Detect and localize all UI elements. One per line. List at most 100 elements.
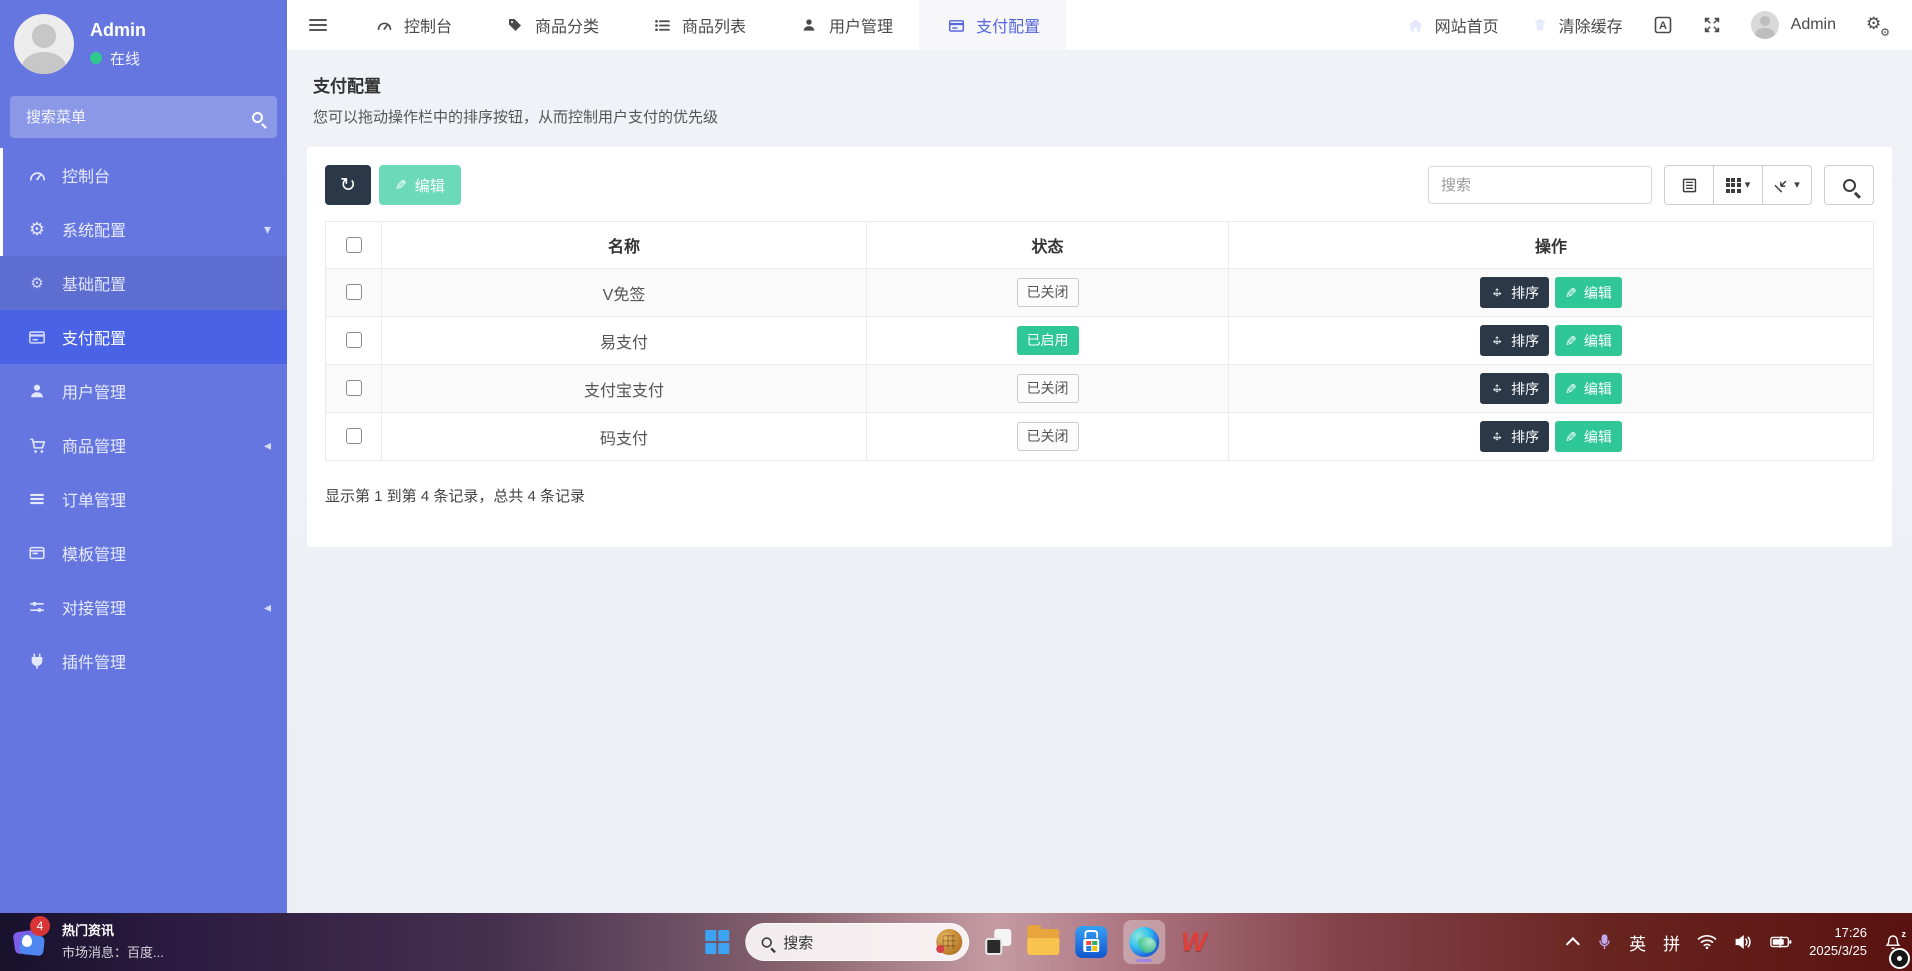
tray-expand-icon[interactable] (1566, 937, 1580, 951)
table-row: 码支付 已关闭 ↔↕排序 ✎编辑 (326, 413, 1874, 461)
trash-icon (1529, 17, 1551, 33)
svg-text:A: A (1659, 20, 1667, 32)
taskbar-search[interactable]: 搜索 (745, 923, 969, 961)
table-row: 支付宝支付 已关闭 ↔↕排序 ✎编辑 (326, 365, 1874, 413)
task-view-button[interactable] (985, 929, 1011, 955)
news-widget-icon: 4 (10, 921, 50, 961)
sliders-icon (26, 598, 48, 616)
clear-cache-link[interactable]: 清除缓存 (1529, 13, 1623, 37)
columns-button[interactable]: ▾ (1713, 165, 1763, 205)
settings-cogs-icon[interactable]: ⚙ ⚙ (1866, 14, 1890, 36)
wps-office-button[interactable]: W (1181, 929, 1206, 956)
tab-product-category[interactable]: 商品分类 (478, 0, 625, 50)
sidebar-item-order-management[interactable]: 订单管理 (0, 472, 287, 526)
clear-cache-label: 清除缓存 (1559, 13, 1623, 37)
payment-config-card: ↻ ✎ 编辑 ▾ ▾ (307, 147, 1892, 547)
table-search-input[interactable] (1428, 166, 1652, 204)
sort-button[interactable]: ↔↕排序 (1480, 373, 1549, 404)
sidebar-item-payment-config[interactable]: 支付配置 (0, 310, 287, 364)
language-english-indicator[interactable]: 英 (1629, 930, 1646, 955)
toolbar-right: ▾ ▾ (1428, 165, 1874, 205)
status-badge: 已关闭 (1017, 278, 1079, 307)
row-edit-button[interactable]: ✎编辑 (1555, 277, 1622, 308)
sidebar-item-dashboard[interactable]: 控制台 (0, 148, 287, 202)
user-icon (26, 382, 48, 400)
avatar[interactable] (14, 14, 74, 74)
tab-payment-config[interactable]: 支付配置 (919, 0, 1066, 50)
sort-button[interactable]: ↔↕排序 (1480, 325, 1549, 356)
nav-username: Admin (1791, 16, 1836, 34)
site-home-link[interactable]: 网站首页 (1405, 13, 1499, 37)
move-icon: ↔↕ (1490, 382, 1504, 396)
pencil-icon: ✎ (395, 178, 407, 192)
sidebar-item-label: 基础配置 (62, 271, 126, 295)
sidebar-item-integration-management[interactable]: 对接管理 ◂ (0, 580, 287, 634)
tag-icon (504, 17, 526, 33)
taskbar-clock[interactable]: 17:26 2025/3/25 (1809, 924, 1867, 959)
row-checkbox[interactable] (346, 380, 362, 396)
row-edit-button[interactable]: ✎编辑 (1555, 325, 1622, 356)
search-toggle-button[interactable] (1824, 165, 1874, 205)
chevron-down-icon: ▾ (264, 221, 271, 238)
row-checkbox[interactable] (346, 284, 362, 300)
sort-button[interactable]: ↔↕排序 (1480, 277, 1549, 308)
gear-icon: ⚙ (26, 220, 48, 238)
row-edit-button[interactable]: ✎编辑 (1555, 421, 1622, 452)
sidebar-item-product-management[interactable]: 商品管理 ◂ (0, 418, 287, 472)
sidebar-item-template-management[interactable]: 模板管理 (0, 526, 287, 580)
online-status-dot (90, 52, 102, 64)
columns-grid-icon (1726, 178, 1741, 193)
sort-button[interactable]: ↔↕排序 (1480, 421, 1549, 452)
home-icon (1405, 17, 1427, 34)
windows-taskbar: 4 热门资讯 市场消息：百度... 搜索 W 英 拼 (0, 913, 1912, 971)
gear-icon: ⚙ (26, 276, 48, 291)
sidebar-menu: 控制台 ⚙ 系统配置 ▾ ⚙ 基础配置 支付配置 用户管理 (0, 148, 287, 688)
refresh-button[interactable]: ↻ (325, 165, 371, 205)
chevron-left-icon: ◂ (264, 437, 271, 454)
menu-search-input[interactable] (24, 108, 252, 127)
sidebar-item-label: 模板管理 (62, 541, 126, 565)
payment-name: 支付宝支付 (382, 365, 867, 413)
edit-button[interactable]: ✎ 编辑 (379, 165, 461, 205)
fullscreen-icon[interactable] (1703, 16, 1721, 34)
notification-badge: 4 (30, 916, 50, 936)
start-button[interactable] (705, 930, 729, 954)
tray-time: 17:26 (1809, 924, 1867, 942)
sidebar-menu-search[interactable] (10, 96, 277, 138)
sidebar-item-label: 商品管理 (62, 433, 126, 457)
hamburger-menu-icon[interactable] (309, 19, 327, 31)
wifi-icon[interactable] (1697, 934, 1717, 950)
tab-dashboard[interactable]: 控制台 (347, 0, 478, 50)
language-pinyin-indicator[interactable]: 拼 (1663, 930, 1680, 955)
battery-icon[interactable] (1770, 935, 1792, 949)
sidebar-item-user-management[interactable]: 用户管理 (0, 364, 287, 418)
show-desktop-indicator[interactable] (1889, 948, 1910, 969)
row-checkbox[interactable] (346, 428, 362, 444)
microsoft-store-button[interactable] (1075, 926, 1107, 958)
volume-icon[interactable] (1734, 934, 1753, 950)
table-row: V免签 已关闭 ↔↕排序 ✎编辑 (326, 269, 1874, 317)
select-all-checkbox[interactable] (346, 237, 362, 253)
row-edit-button[interactable]: ✎编辑 (1555, 373, 1622, 404)
file-explorer-button[interactable] (1027, 929, 1059, 955)
table-record-summary: 显示第 1 到第 4 条记录，总共 4 条记录 (325, 485, 1874, 506)
widgets-button[interactable]: 4 热门资讯 市场消息：百度... (10, 920, 164, 961)
sidebar-item-basic-config[interactable]: ⚙ 基础配置 (0, 256, 287, 310)
sidebar-item-plugin-management[interactable]: 插件管理 (0, 634, 287, 688)
sidebar-item-system-config[interactable]: ⚙ 系统配置 ▾ (0, 202, 287, 256)
refresh-icon: ↻ (340, 174, 356, 197)
microphone-icon[interactable] (1597, 932, 1612, 953)
translate-icon[interactable]: A (1653, 15, 1673, 35)
edge-browser-button[interactable] (1123, 920, 1165, 964)
search-icon[interactable] (252, 112, 263, 123)
nav-user-menu[interactable]: Admin (1751, 11, 1836, 39)
tab-product-list[interactable]: 商品列表 (625, 0, 772, 50)
tab-user-management[interactable]: 用户管理 (772, 0, 919, 50)
export-button[interactable]: ▾ (1762, 165, 1812, 205)
detail-view-button[interactable] (1664, 165, 1714, 205)
sidebar-item-label: 支付配置 (62, 325, 126, 349)
credit-card-icon (26, 328, 48, 346)
row-checkbox[interactable] (346, 332, 362, 348)
search-icon (1843, 179, 1856, 192)
widget-subtitle: 市场消息：百度... (62, 942, 164, 961)
